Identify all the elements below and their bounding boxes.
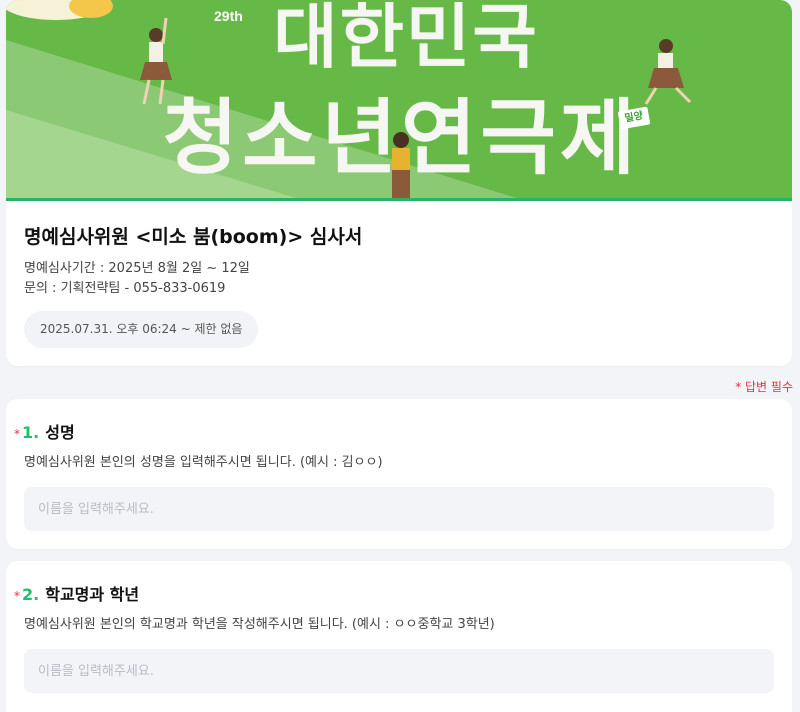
name-input[interactable] [24, 487, 774, 531]
contact-text: 문의 : 기획전략팀 - 055-833-0619 [24, 281, 226, 296]
question-header: * 1. 성명 [14, 419, 75, 443]
form-title: 명예심사위원 <미소 붐(boom)> 심사서 [24, 226, 363, 248]
school-grade-input[interactable] [24, 649, 774, 693]
festival-banner: 29th 대한민국 청소년연극제 밀양 [6, 0, 792, 201]
question-description: 명예심사위원 본인의 학교명과 학년을 작성해주시면 됩니다. (예시 : ㅇㅇ… [24, 617, 495, 632]
judging-period-text: 명예심사기간 : 2025년 8월 2일 ~ 12일 [24, 261, 250, 276]
question-title: 성명 [45, 423, 75, 442]
required-asterisk: * [14, 589, 20, 603]
required-answer-note: * 답변 필수 [735, 380, 793, 394]
question-header: * 2. 학교명과 학년 [14, 581, 139, 605]
form-header-card: 29th 대한민국 청소년연극제 밀양 명예심사위원 <미소 붐(boom)> … [6, 0, 792, 366]
response-period-badge: 2025.07.31. 오후 06:24 ~ 제한 없음 [24, 311, 259, 348]
dancing-student-right-illustration [644, 39, 692, 105]
question-number: 1. [22, 423, 40, 442]
question-card-school-grade: * 2. 학교명과 학년 명예심사위원 본인의 학교명과 학년을 작성해주시면 … [6, 561, 792, 712]
question-card-name: * 1. 성명 명예심사위원 본인의 성명을 입력해주시면 됩니다. (예시 :… [6, 399, 792, 549]
festival-title-line2: 청소년연극제 [162, 91, 640, 186]
festival-title-line1: 대한민국 [273, 0, 539, 78]
question-number: 2. [22, 585, 40, 604]
question-title: 학교명과 학년 [45, 585, 140, 604]
question-description: 명예심사위원 본인의 성명을 입력해주시면 됩니다. (예시 : 김ㅇㅇ) [24, 455, 383, 470]
required-asterisk: * [14, 427, 20, 441]
